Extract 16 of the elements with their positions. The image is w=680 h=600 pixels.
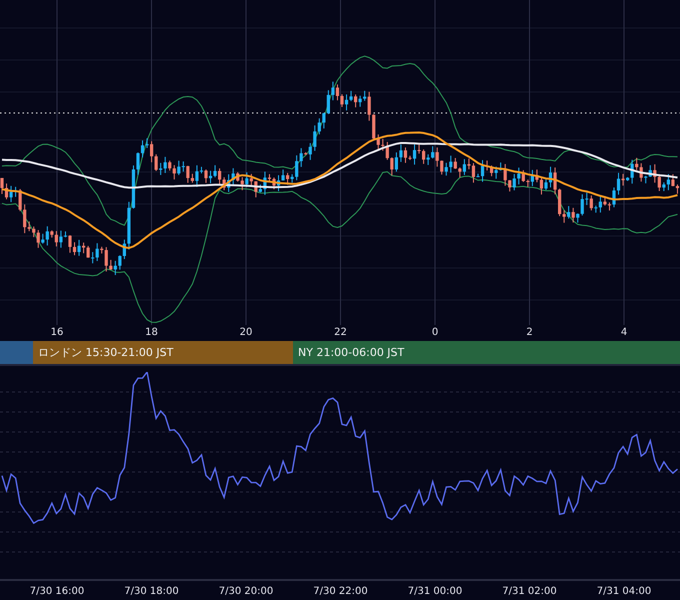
axis-label: 7/30 22:00 <box>313 586 368 597</box>
axis-label: 18 <box>145 327 158 338</box>
axis-label: 4 <box>620 327 628 338</box>
axis-label: 7/30 20:00 <box>218 586 274 597</box>
axis-label: 2 <box>526 327 533 338</box>
axis-label: 22 <box>334 327 347 338</box>
axis-label: 7/31 02:00 <box>502 586 557 597</box>
axis-label: 16 <box>50 327 64 338</box>
session-band: NY 21:00-06:00 JST <box>293 341 680 364</box>
axis-label: 7/30 16:00 <box>30 586 84 597</box>
axis-label: 7/31 04:00 <box>596 586 652 597</box>
axis-label: 7/30 18:00 <box>124 586 179 597</box>
axis-label: 7/31 00:00 <box>408 586 462 597</box>
session-band: ロンドン 15:30-21:00 JST <box>33 341 293 364</box>
axis-label: 20 <box>240 327 252 338</box>
axis-label: 0 <box>432 327 438 338</box>
